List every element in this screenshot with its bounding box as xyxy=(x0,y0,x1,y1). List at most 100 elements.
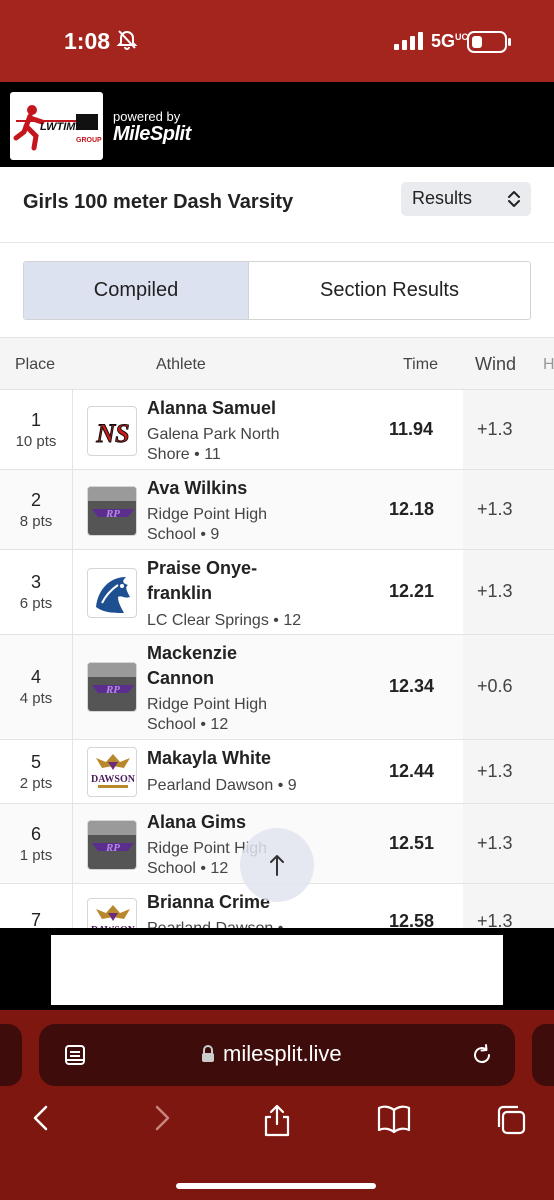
milesplit-brand: MileSplit xyxy=(113,123,191,145)
place: 7 xyxy=(30,910,41,928)
table-row[interactable]: 4 4 pts RP Mackenzie Cannon Ridge Point … xyxy=(0,635,554,740)
ns-logo: NS xyxy=(87,406,137,456)
athlete-name[interactable]: Praise Onye- franklin xyxy=(147,556,317,606)
time-value: 12.21 xyxy=(389,581,435,601)
school-name: Pearland Dawson • xyxy=(147,919,317,928)
school-line: Ridge Point High xyxy=(147,506,268,523)
place-cell: 2 8 pts xyxy=(0,470,73,549)
wind-cell: +1.3 xyxy=(463,470,554,549)
school-line: Galena Park North xyxy=(147,426,280,443)
place: 1 xyxy=(30,410,41,430)
address-bar[interactable]: milesplit.live xyxy=(39,1024,515,1086)
wind-cell: +1.3 xyxy=(463,550,554,634)
rp-logo: RP xyxy=(87,486,137,536)
logo-text: LWTIMING xyxy=(40,121,95,133)
wind-cell: +0.6 xyxy=(463,635,554,739)
ad-slot[interactable] xyxy=(51,935,503,1005)
athlete-name[interactable]: Ava Wilkins xyxy=(147,476,317,501)
wind-value: +1.3 xyxy=(477,419,513,439)
up-down-chevron-icon xyxy=(507,190,521,213)
athlete-name-line: Ava Wilkins xyxy=(147,478,248,498)
rp-logo: RP xyxy=(87,662,137,712)
reload-icon[interactable] xyxy=(469,1042,495,1073)
column-athlete[interactable]: Athlete xyxy=(156,356,206,374)
mustang-logo xyxy=(87,568,137,618)
athlete-name[interactable]: Makayla White xyxy=(147,746,317,771)
time-value: 12.58 xyxy=(389,911,435,928)
results-select-value: Results xyxy=(412,188,473,208)
url-text: milesplit.live xyxy=(223,1041,342,1066)
site-header: LWTIMING GROUP powered by MileSplit xyxy=(0,82,554,167)
wind-cell: +1.3 xyxy=(463,804,554,883)
time-value: 12.44 xyxy=(389,761,435,781)
results-tabs: Compiled Section Results xyxy=(23,261,531,320)
back-icon[interactable] xyxy=(28,1103,54,1138)
place-cell: 4 4 pts xyxy=(0,635,73,739)
school-name: LC Clear Springs • 12 xyxy=(147,611,317,631)
home-indicator xyxy=(176,1183,376,1189)
athlete-name[interactable]: Alanna Samuel xyxy=(147,396,317,421)
wind-value: +0.6 xyxy=(477,676,513,696)
bell-slash-icon xyxy=(116,28,138,55)
table-row[interactable]: 3 6 pts Praise Onye- franklin LC Clear S… xyxy=(0,550,554,635)
previous-tab-pill[interactable] xyxy=(0,1024,22,1086)
place: 3 xyxy=(30,572,41,592)
powered-by: powered by MileSplit xyxy=(113,109,191,146)
athlete-name-line: Cannon xyxy=(147,668,214,688)
page-menu-icon[interactable] xyxy=(63,1043,87,1072)
school-line: Ridge Point High xyxy=(147,696,268,713)
bookmarks-icon[interactable] xyxy=(376,1103,412,1140)
rp-logo-text: RP xyxy=(105,684,120,696)
column-extra[interactable]: H xyxy=(543,356,554,374)
points: 2 pts xyxy=(19,775,53,792)
place: 6 xyxy=(30,824,41,844)
wind-value: +1.3 xyxy=(477,499,513,519)
time-value: 12.18 xyxy=(389,499,435,519)
browser-toolbar: milesplit.live xyxy=(0,1010,554,1200)
athlete-name-line: Praise Onye- xyxy=(147,558,258,578)
cellular-signal-icon xyxy=(394,32,424,55)
time-value: 12.34 xyxy=(389,676,435,696)
forward-icon[interactable] xyxy=(149,1103,175,1138)
column-time[interactable]: Time xyxy=(403,356,438,374)
clock: 1:08 xyxy=(64,28,111,54)
column-wind[interactable]: Wind xyxy=(475,354,516,375)
wind-value: +1.3 xyxy=(477,581,513,601)
next-tab-pill[interactable] xyxy=(532,1024,554,1086)
rp-logo-text: RP xyxy=(105,508,120,520)
school-line: School • 9 xyxy=(147,526,220,543)
school-line: Pearland Dawson • xyxy=(147,919,317,928)
network-label: 5G xyxy=(431,31,456,51)
results-select[interactable]: Results xyxy=(401,182,531,216)
table-row[interactable]: 2 8 pts RP Ava Wilkins Ridge Point High … xyxy=(0,470,554,550)
school-line: Shore • 11 xyxy=(147,446,221,463)
scroll-to-top-button[interactable] xyxy=(240,828,314,902)
share-icon[interactable] xyxy=(261,1103,293,1142)
column-place[interactable]: Place xyxy=(15,356,55,374)
athlete-name[interactable]: Mackenzie Cannon xyxy=(147,641,317,691)
table-row[interactable]: 5 2 pts DAWSON Makayla White Pearland Da… xyxy=(0,740,554,804)
points: 6 pts xyxy=(19,595,53,612)
tabs-icon[interactable] xyxy=(494,1103,528,1142)
school-line: School • 12 xyxy=(147,716,229,733)
place-cell: 7 xyxy=(0,884,73,928)
table-row[interactable]: 1 10 pts NS Alanna Samuel Galena Park No… xyxy=(0,390,554,470)
athlete-name-line: Makayla White xyxy=(147,748,272,768)
wind-cell: +1.3 xyxy=(463,740,554,803)
school-name: Ridge Point High School • 9 xyxy=(147,505,317,545)
school-name: Ridge Point High School • 12 xyxy=(147,695,317,735)
lwtiming-logo[interactable]: LWTIMING GROUP xyxy=(10,92,103,160)
athlete-name-line: franklin xyxy=(147,583,213,603)
status-bar: 1:08 5GUC xyxy=(0,0,554,82)
dawson-logo: DAWSON xyxy=(87,747,137,797)
table-header: Place Athlete Time Wind H xyxy=(0,337,554,390)
points: 1 pts xyxy=(19,847,53,864)
tab-section-results[interactable]: Section Results xyxy=(248,262,530,319)
tab-compiled[interactable]: Compiled xyxy=(24,262,248,319)
rp-logo-text: RP xyxy=(105,842,120,854)
school-name: Galena Park North Shore • 11 xyxy=(147,425,317,465)
place: 4 xyxy=(30,667,41,687)
dawson-logo-text: DAWSON xyxy=(91,774,136,785)
arrow-up-icon xyxy=(270,855,284,876)
place: 2 xyxy=(30,490,41,510)
